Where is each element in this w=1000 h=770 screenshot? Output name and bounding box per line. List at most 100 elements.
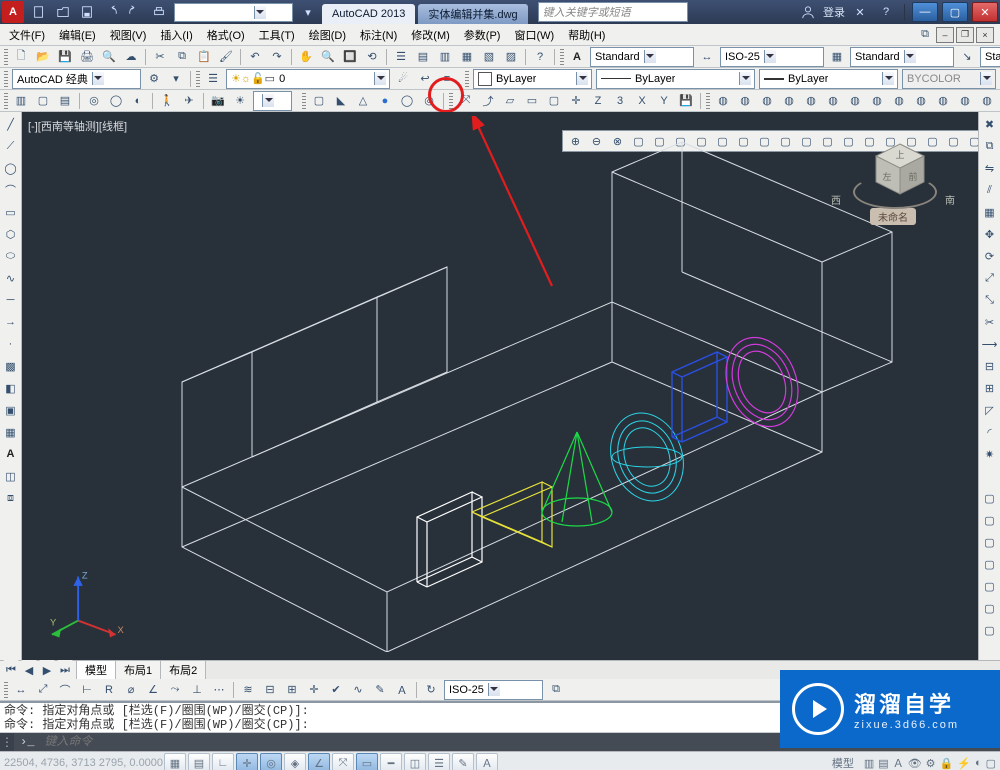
new-icon[interactable]: 🗋: [11, 47, 31, 67]
mdi-restore-button[interactable]: ❐: [956, 27, 974, 43]
lock-ui-icon[interactable]: 🔒: [940, 757, 954, 770]
menu-format[interactable]: 格式(O): [200, 25, 252, 45]
dimjog-icon[interactable]: ⤳: [165, 680, 185, 700]
qat-print-icon[interactable]: [149, 2, 169, 22]
trim-icon[interactable]: ✂: [980, 312, 1000, 332]
dimbase-icon[interactable]: ⊥: [187, 680, 207, 700]
se-13-icon[interactable]: ◍: [977, 91, 997, 111]
sphere-icon[interactable]: ●: [375, 91, 395, 111]
menu-tools[interactable]: 工具(T): [252, 25, 302, 45]
mod-extra-4-icon[interactable]: ▢: [980, 554, 1000, 574]
menu-modify[interactable]: 修改(M): [404, 25, 457, 45]
stretch-icon[interactable]: ⤡: [980, 290, 1000, 310]
mleader-style-icon[interactable]: ↘: [957, 47, 977, 67]
signin-label[interactable]: 登录: [823, 4, 845, 20]
tablestyle-combo[interactable]: Standard: [850, 47, 954, 67]
table-icon[interactable]: ▦: [1, 422, 21, 442]
toolbar-grip[interactable]: [706, 93, 710, 109]
color-combo[interactable]: ByLayer: [473, 69, 592, 89]
centermark-icon[interactable]: ✛: [304, 680, 324, 700]
ortho-toggle[interactable]: ∟: [212, 753, 234, 770]
ucs-x-icon[interactable]: X: [632, 91, 652, 111]
fillet-icon[interactable]: ◜: [980, 422, 1000, 442]
dimtedit-icon[interactable]: Ａ: [392, 680, 412, 700]
dimlinear-icon[interactable]: ↔: [11, 680, 31, 700]
mod-extra-7-icon[interactable]: ▢: [980, 620, 1000, 640]
dimrad-icon[interactable]: R: [99, 680, 119, 700]
se-3-icon[interactable]: ◍: [757, 91, 777, 111]
qat-save-icon[interactable]: [77, 2, 97, 22]
preview-icon[interactable]: 🔍: [99, 47, 119, 67]
torus-icon[interactable]: ◎: [419, 91, 439, 111]
ducs-toggle[interactable]: ⤧: [332, 753, 354, 770]
infocenter-search-input[interactable]: 键入关键字或短语: [538, 2, 688, 22]
exchange-icon[interactable]: ✕: [850, 2, 870, 22]
xline-icon[interactable]: ─: [1, 290, 21, 310]
qat-workspace-combo[interactable]: AutoCAD 经典: [174, 3, 293, 22]
window-minimize-button[interactable]: —: [912, 2, 938, 22]
otrack-toggle[interactable]: ∠: [308, 753, 330, 770]
quickview-layouts-icon[interactable]: ▥: [864, 757, 874, 770]
open-icon[interactable]: 📂: [33, 47, 53, 67]
toolbar-grip[interactable]: [465, 71, 469, 87]
markup-icon[interactable]: ▧: [479, 47, 499, 67]
mod-extra-2-icon[interactable]: ▢: [980, 510, 1000, 530]
cone-icon[interactable]: △: [353, 91, 373, 111]
copy2-icon[interactable]: ⧉: [980, 136, 1000, 156]
zoom-win-icon[interactable]: 🔲: [340, 47, 360, 67]
mod-extra-3-icon[interactable]: ▢: [980, 532, 1000, 552]
mod-extra-1-icon[interactable]: ▢: [980, 488, 1000, 508]
mirror-icon[interactable]: ⇋: [980, 158, 1000, 178]
mod-extra-5-icon[interactable]: ▢: [980, 576, 1000, 596]
copy-icon[interactable]: ⧉: [172, 47, 192, 67]
help-icon-2[interactable]: ?: [530, 47, 550, 67]
tolerance-icon[interactable]: ⊞: [282, 680, 302, 700]
se-10-icon[interactable]: ◍: [911, 91, 931, 111]
qp-toggle[interactable]: ☰: [428, 753, 450, 770]
dimdia-icon[interactable]: ⌀: [121, 680, 141, 700]
grid-toggle[interactable]: ▤: [188, 753, 210, 770]
render-icon[interactable]: ☀: [230, 91, 250, 111]
properties-icon[interactable]: ☰: [391, 47, 411, 67]
command-handle-icon[interactable]: ⋮: [0, 733, 14, 751]
view-top-icon[interactable]: ▢: [33, 91, 53, 111]
se-11-icon[interactable]: ◍: [933, 91, 953, 111]
signin-icon[interactable]: [798, 2, 818, 22]
menu-window[interactable]: 窗口(W): [507, 25, 561, 45]
ellipse-icon[interactable]: ⬭: [1, 246, 21, 266]
insert-icon[interactable]: ⧈: [1, 488, 21, 508]
tab-nav-first-icon[interactable]: ⏮: [3, 660, 19, 680]
se-8-icon[interactable]: ◍: [867, 91, 887, 111]
drawing-canvas[interactable]: [-][西南等轴测][线框] ⊕ ⊖ ⊗ ▢ ▢ ▢ ▢ ▢ ▢ ▢ ▢ ▢ ▢…: [22, 112, 978, 660]
se-9-icon[interactable]: ◍: [889, 91, 909, 111]
menu-file[interactable]: 文件(F): [2, 25, 52, 45]
dimjogline-icon[interactable]: ∿: [348, 680, 368, 700]
mdi-minimize-button[interactable]: –: [936, 27, 954, 43]
fly-icon[interactable]: ✈: [179, 91, 199, 111]
undo-icon[interactable]: ↶: [245, 47, 265, 67]
walk-icon[interactable]: 🚶: [157, 91, 177, 111]
cylinder-icon[interactable]: ◯: [397, 91, 417, 111]
rect-icon[interactable]: ▭: [1, 202, 21, 222]
toolbar-grip[interactable]: [302, 93, 306, 109]
mleaderstyle-combo[interactable]: Standard: [980, 47, 1000, 67]
chamfer-icon[interactable]: ◸: [980, 400, 1000, 420]
polygon-icon[interactable]: ⬡: [1, 224, 21, 244]
se-1-icon[interactable]: ◍: [713, 91, 733, 111]
hardware-accel-icon[interactable]: ⚡: [957, 757, 971, 770]
diminspect-icon[interactable]: ✔: [326, 680, 346, 700]
pan-icon[interactable]: ✋: [296, 47, 316, 67]
arc-icon[interactable]: ⌒: [1, 180, 21, 200]
ray-icon[interactable]: →: [1, 312, 21, 332]
app-menu-button[interactable]: A: [2, 1, 24, 23]
qat-redo-icon[interactable]: [125, 2, 145, 22]
zoom-rt-icon[interactable]: 🔍: [318, 47, 338, 67]
join-icon[interactable]: ⊞: [980, 378, 1000, 398]
region-icon[interactable]: ▣: [1, 400, 21, 420]
viewcube-compass-ring[interactable]: [853, 175, 937, 209]
erase-icon[interactable]: ✖: [980, 114, 1000, 134]
dc-icon[interactable]: ▤: [413, 47, 433, 67]
layer-prev-icon[interactable]: ↩: [415, 69, 435, 89]
dimcont-icon[interactable]: ⋯: [209, 680, 229, 700]
qcalc-icon[interactable]: ▨: [501, 47, 521, 67]
